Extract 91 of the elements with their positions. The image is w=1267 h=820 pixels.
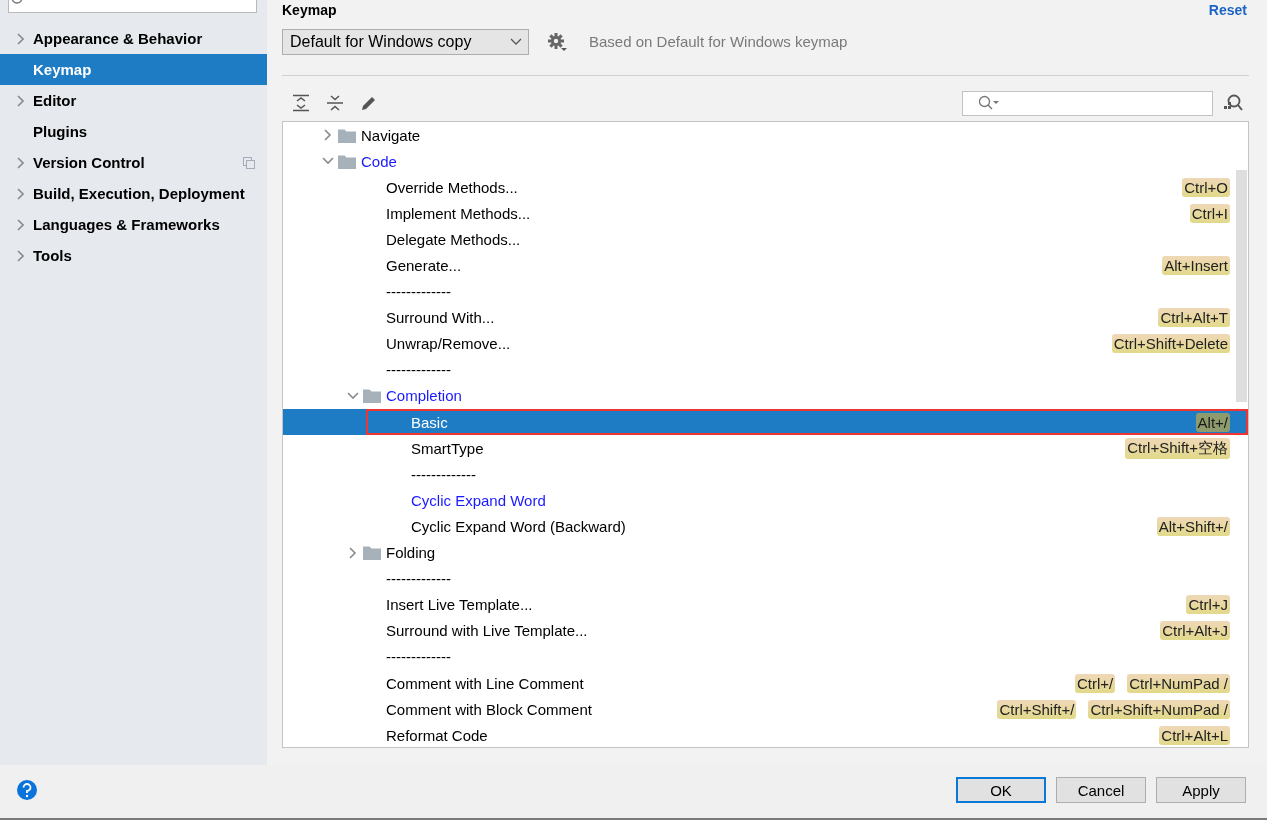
- shortcut-badge: Ctrl+/: [1074, 673, 1116, 693]
- tree-row[interactable]: -------------: [283, 461, 1248, 488]
- tree-row[interactable]: Generate... Alt+Insert: [283, 252, 1248, 279]
- shortcut-badge: Ctrl+Shift+/: [997, 699, 1077, 719]
- shortcut-badge: Ctrl+NumPad /: [1127, 673, 1230, 693]
- find-shortcut-icon[interactable]: [1223, 94, 1243, 112]
- shortcut-badge: Ctrl+Alt+J: [1160, 621, 1230, 641]
- separator-line: -------------: [386, 283, 451, 301]
- tree-row[interactable]: Cyclic Expand Word (Backward) Alt+Shift+/: [283, 513, 1248, 540]
- dialog-button[interactable]: OK: [956, 777, 1046, 803]
- sidebar-item[interactable]: Build, Execution, Deployment: [0, 178, 267, 209]
- shortcut-badge: Ctrl+Shift+NumPad /: [1088, 699, 1230, 719]
- gear-icon[interactable]: [547, 31, 567, 52]
- based-on-text: Based on Default for Windows keymap: [589, 33, 848, 50]
- help-icon[interactable]: [16, 779, 38, 801]
- page-title: Keymap: [282, 2, 337, 18]
- tree-row[interactable]: Unwrap/Remove... Ctrl+Shift+Delete: [283, 330, 1248, 357]
- group-label: Navigate: [361, 126, 421, 144]
- tree-row[interactable]: -------------: [283, 356, 1248, 383]
- shortcut-badge: Ctrl+I: [1189, 203, 1230, 223]
- tree-row[interactable]: Cyclic Expand Word: [283, 487, 1248, 514]
- shortcut-badge: Ctrl+J: [1186, 595, 1230, 615]
- action-label: Surround with Live Template...: [386, 622, 588, 640]
- reset-link[interactable]: Reset: [1208, 2, 1247, 18]
- action-label: Delegate Methods...: [386, 230, 521, 248]
- folder-icon: [338, 153, 356, 169]
- shortcut-badge: Ctrl+Alt+T: [1158, 308, 1230, 328]
- tree-row[interactable]: Navigate: [283, 122, 1248, 149]
- action-label: Cyclic Expand Word (Backward): [411, 517, 626, 535]
- action-label: Generate...: [386, 257, 462, 274]
- expand-all-icon[interactable]: [292, 94, 310, 112]
- collapse-all-icon[interactable]: [326, 94, 344, 112]
- shortcut-badge: Ctrl+O: [1182, 177, 1230, 197]
- sidebar-item[interactable]: Appearance & Behavior: [0, 23, 267, 54]
- chevron-down-icon: [510, 37, 522, 46]
- action-label: Implement Methods...: [386, 204, 531, 222]
- folder-icon: [338, 127, 356, 143]
- search-field[interactable]: [962, 90, 1213, 116]
- tree-row[interactable]: Reformat Code Ctrl+Alt+L: [283, 722, 1248, 747]
- shortcut-badge: Ctrl+Shift+Delete: [1111, 334, 1230, 354]
- tree-row[interactable]: Code: [283, 148, 1248, 175]
- sidebar-item[interactable]: Version Control: [0, 147, 267, 178]
- tree-row[interactable]: Folding: [283, 539, 1248, 566]
- shortcut-badge: Ctrl+Alt+L: [1159, 725, 1230, 745]
- tree-row[interactable]: Override Methods... Ctrl+O: [283, 174, 1248, 201]
- separator-line: -------------: [386, 570, 451, 588]
- tree-row[interactable]: Completion: [283, 382, 1248, 410]
- group-label: Completion: [386, 387, 462, 405]
- tree-row[interactable]: Insert Live Template... Ctrl+J: [283, 591, 1248, 618]
- keymap-dropdown[interactable]: Default for Windows copy: [282, 28, 529, 55]
- sidebar-item[interactable]: Plugins: [0, 116, 267, 147]
- action-label: Unwrap/Remove...: [386, 335, 511, 353]
- scrollbar[interactable]: [1236, 170, 1247, 402]
- tree-row[interactable]: Delegate Methods...: [283, 226, 1248, 253]
- tree-row[interactable]: SmartType Ctrl+Shift+空格: [283, 435, 1248, 462]
- separator-line: -------------: [386, 361, 451, 379]
- shortcut-badge: Ctrl+Shift+空格: [1125, 437, 1230, 459]
- action-label: Surround With...: [386, 309, 495, 327]
- sidebar-item[interactable]: Editor: [0, 85, 267, 116]
- action-label: Insert Live Template...: [386, 596, 533, 614]
- action-label: Comment with Block Comment: [386, 700, 592, 718]
- tree-row[interactable]: Basic Alt+/: [283, 409, 1248, 436]
- tree-row[interactable]: -------------: [283, 278, 1248, 305]
- tree-row[interactable]: -------------: [283, 565, 1248, 592]
- tree-row[interactable]: Implement Methods... Ctrl+I: [283, 200, 1248, 227]
- dialog-button[interactable]: Apply: [1156, 777, 1246, 803]
- pencil-icon[interactable]: [360, 94, 378, 112]
- folder-icon: [363, 388, 381, 404]
- tree-row[interactable]: Surround with Live Template... Ctrl+Alt+J: [283, 617, 1248, 644]
- dialog-button[interactable]: Cancel: [1056, 777, 1146, 803]
- action-label: Override Methods...: [386, 178, 518, 196]
- action-label: SmartType: [411, 439, 484, 457]
- shortcut-badge: Alt+/: [1195, 412, 1230, 432]
- separator-line: -------------: [386, 648, 451, 666]
- tree-row[interactable]: -------------: [283, 643, 1248, 670]
- separator-line: -------------: [411, 465, 476, 483]
- action-label: Cyclic Expand Word: [411, 491, 546, 509]
- action-label: Reformat Code: [386, 726, 488, 744]
- tree-row[interactable]: Surround With... Ctrl+Alt+T: [283, 304, 1248, 331]
- action-label: Comment with Line Comment: [386, 674, 584, 692]
- tree-row[interactable]: Comment with Line Comment Ctrl+/ Ctrl+NumPad /: [283, 669, 1248, 697]
- sidebar-item[interactable]: Keymap: [0, 54, 267, 85]
- shortcut-badge: Alt+Insert: [1162, 256, 1230, 275]
- sidebar-item[interactable]: Languages & Frameworks: [0, 209, 267, 240]
- group-label: Code: [361, 152, 397, 170]
- shortcut-badge: Alt+Shift+/: [1156, 516, 1230, 536]
- tree-row[interactable]: Comment with Block Comment Ctrl+Shift+/ Ctrl+Shift+NumPad /: [283, 696, 1248, 723]
- group-label: Folding: [386, 544, 436, 562]
- sidebar-item[interactable]: Tools: [0, 240, 267, 271]
- action-label: Basic: [411, 413, 448, 431]
- folder-icon: [363, 545, 381, 561]
